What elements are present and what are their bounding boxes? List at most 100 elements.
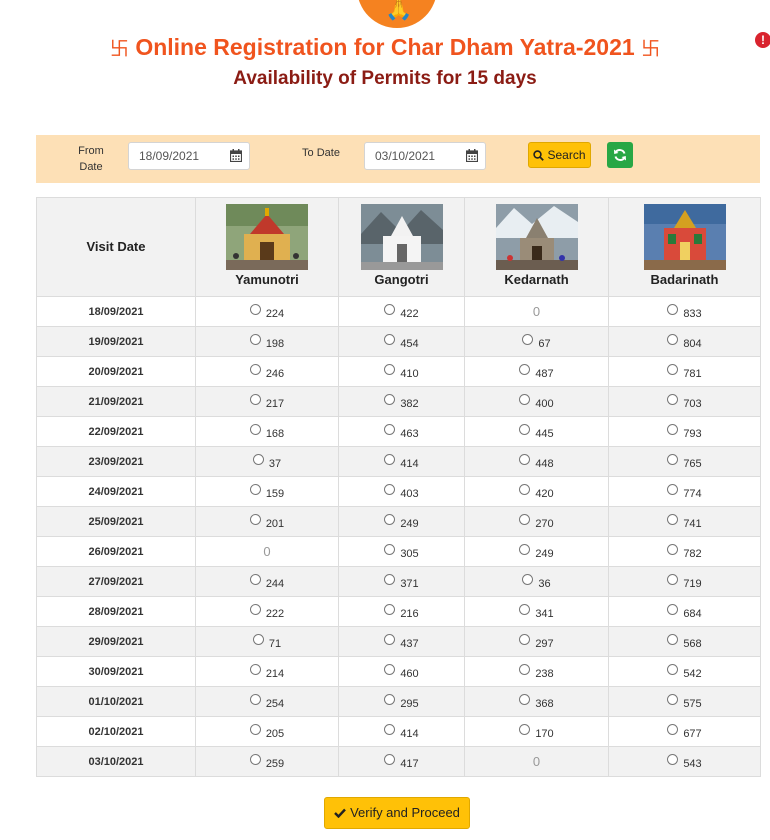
permit-option[interactable]: 170 xyxy=(519,723,554,740)
permit-option[interactable]: 833 xyxy=(667,303,702,320)
permit-radio[interactable] xyxy=(384,303,396,315)
permit-option[interactable]: 159 xyxy=(249,483,284,500)
permit-option[interactable]: 463 xyxy=(384,423,419,440)
permit-radio[interactable] xyxy=(384,513,396,525)
permit-radio[interactable] xyxy=(249,333,261,345)
permit-radio[interactable] xyxy=(667,723,679,735)
permit-option[interactable]: 575 xyxy=(667,693,702,710)
permit-option[interactable]: 222 xyxy=(249,603,284,620)
permit-radio[interactable] xyxy=(519,453,531,465)
permit-option[interactable]: 793 xyxy=(667,423,702,440)
permit-radio[interactable] xyxy=(519,363,531,375)
search-button[interactable]: Search xyxy=(528,142,591,168)
permit-radio[interactable] xyxy=(384,603,396,615)
permit-option[interactable]: 238 xyxy=(519,663,554,680)
permit-radio[interactable] xyxy=(667,543,679,555)
permit-option[interactable]: 677 xyxy=(667,723,702,740)
permit-option[interactable]: 249 xyxy=(384,513,419,530)
permit-radio[interactable] xyxy=(667,363,679,375)
permit-radio[interactable] xyxy=(667,633,679,645)
permit-option[interactable]: 254 xyxy=(249,693,284,710)
permit-option[interactable]: 414 xyxy=(384,453,419,470)
permit-radio[interactable] xyxy=(252,633,264,645)
permit-radio[interactable] xyxy=(519,513,531,525)
permit-radio[interactable] xyxy=(384,393,396,405)
permit-radio[interactable] xyxy=(384,453,396,465)
permit-radio[interactable] xyxy=(519,483,531,495)
permit-option[interactable]: 414 xyxy=(384,723,419,740)
permit-option[interactable]: 259 xyxy=(249,753,284,770)
permit-option[interactable]: 774 xyxy=(667,483,702,500)
permit-option[interactable]: 297 xyxy=(519,633,554,650)
permit-option[interactable]: 217 xyxy=(249,393,284,410)
permit-option[interactable]: 201 xyxy=(249,513,284,530)
permit-radio[interactable] xyxy=(249,603,261,615)
permit-option[interactable]: 295 xyxy=(384,693,419,710)
permit-radio[interactable] xyxy=(667,393,679,405)
permit-option[interactable]: 410 xyxy=(384,363,419,380)
permit-option[interactable]: 568 xyxy=(667,633,702,650)
permit-option[interactable]: 420 xyxy=(519,483,554,500)
permit-radio[interactable] xyxy=(519,543,531,555)
permit-radio[interactable] xyxy=(522,573,534,585)
to-date-input[interactable] xyxy=(364,142,486,170)
permit-radio[interactable] xyxy=(384,663,396,675)
permit-option[interactable]: 403 xyxy=(384,483,419,500)
permit-radio[interactable] xyxy=(667,753,679,765)
permit-radio[interactable] xyxy=(384,753,396,765)
permit-radio[interactable] xyxy=(667,603,679,615)
permit-radio[interactable] xyxy=(519,423,531,435)
permit-option[interactable]: 341 xyxy=(519,603,554,620)
permit-radio[interactable] xyxy=(249,693,261,705)
permit-radio[interactable] xyxy=(249,513,261,525)
permit-radio[interactable] xyxy=(384,573,396,585)
permit-radio[interactable] xyxy=(519,393,531,405)
permit-radio[interactable] xyxy=(249,393,261,405)
from-date-input[interactable] xyxy=(128,142,250,170)
permit-option[interactable]: 216 xyxy=(384,603,419,620)
permit-option[interactable]: 684 xyxy=(667,603,702,620)
permit-radio[interactable] xyxy=(384,363,396,375)
permit-option[interactable]: 448 xyxy=(519,453,554,470)
permit-option[interactable]: 765 xyxy=(667,453,702,470)
permit-option[interactable]: 305 xyxy=(384,543,419,560)
permit-radio[interactable] xyxy=(249,573,261,585)
permit-option[interactable]: 400 xyxy=(519,393,554,410)
calendar-icon[interactable] xyxy=(230,149,242,162)
permit-radio[interactable] xyxy=(519,663,531,675)
permit-option[interactable]: 371 xyxy=(384,573,419,590)
permit-radio[interactable] xyxy=(667,333,679,345)
permit-radio[interactable] xyxy=(667,303,679,315)
permit-radio[interactable] xyxy=(249,423,261,435)
permit-radio[interactable] xyxy=(384,723,396,735)
permit-radio[interactable] xyxy=(519,723,531,735)
permit-option[interactable]: 168 xyxy=(249,423,284,440)
permit-option[interactable]: 487 xyxy=(519,363,554,380)
permit-radio[interactable] xyxy=(522,333,534,345)
permit-radio[interactable] xyxy=(667,483,679,495)
verify-and-proceed-button[interactable]: Verify and Proceed xyxy=(324,797,470,829)
calendar-icon[interactable] xyxy=(466,149,478,162)
permit-radio[interactable] xyxy=(519,603,531,615)
to-date-field[interactable] xyxy=(375,149,455,163)
permit-option[interactable]: 437 xyxy=(384,633,419,650)
permit-radio[interactable] xyxy=(384,423,396,435)
permit-option[interactable]: 37 xyxy=(252,453,281,470)
permit-radio[interactable] xyxy=(384,633,396,645)
permit-radio[interactable] xyxy=(519,693,531,705)
permit-option[interactable]: 719 xyxy=(667,573,702,590)
permit-radio[interactable] xyxy=(667,573,679,585)
permit-option[interactable]: 71 xyxy=(252,633,281,650)
permit-radio[interactable] xyxy=(249,723,261,735)
permit-option[interactable]: 224 xyxy=(249,303,284,320)
permit-radio[interactable] xyxy=(249,303,261,315)
permit-radio[interactable] xyxy=(252,453,264,465)
permit-option[interactable]: 246 xyxy=(249,363,284,380)
permit-radio[interactable] xyxy=(384,693,396,705)
permit-option[interactable]: 422 xyxy=(384,303,419,320)
permit-option[interactable]: 804 xyxy=(667,333,702,350)
permit-option[interactable]: 270 xyxy=(519,513,554,530)
refresh-button[interactable] xyxy=(607,142,633,168)
permit-option[interactable]: 249 xyxy=(519,543,554,560)
permit-radio[interactable] xyxy=(249,663,261,675)
